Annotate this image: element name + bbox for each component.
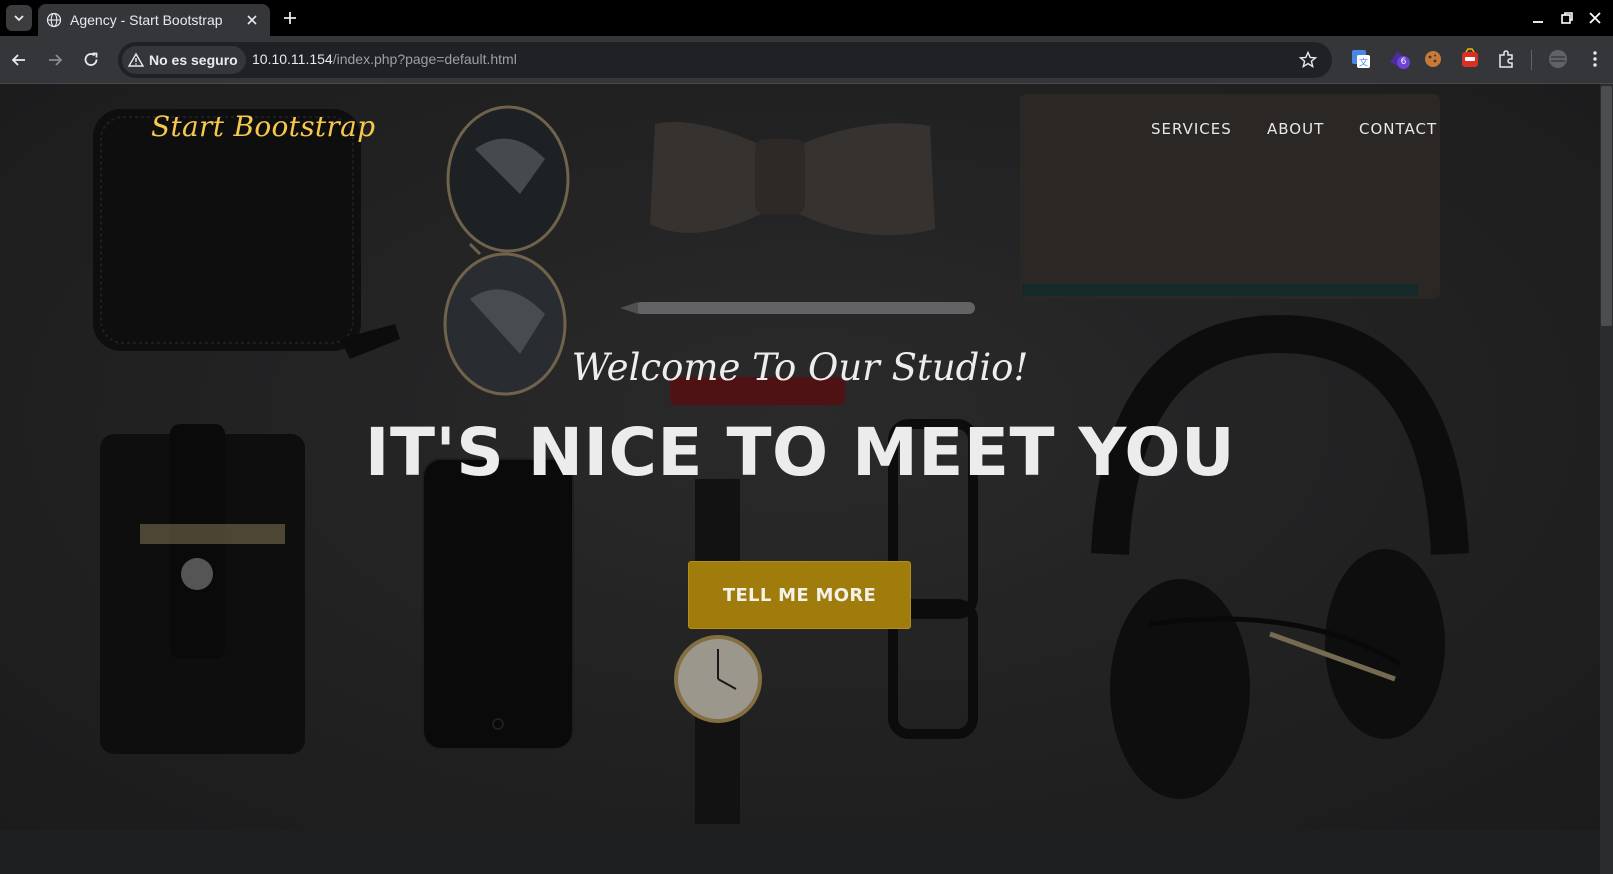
security-chip[interactable]: No es seguro [122,46,246,74]
svg-text:文: 文 [1359,57,1368,69]
extension-badge-count: 6 [1397,56,1410,69]
reload-icon[interactable] [81,50,101,70]
globe-icon [46,12,62,28]
close-window-icon[interactable] [1587,10,1603,26]
page-scrollbar[interactable] [1600,84,1613,874]
cookie-extension-icon[interactable] [1422,48,1444,70]
new-tab-icon[interactable] [280,8,300,28]
toolbar-divider [1531,50,1532,70]
nav-link-services[interactable]: SERVICES [1151,120,1232,138]
warning-icon [128,52,144,67]
shield-extension-icon[interactable] [1459,48,1481,70]
url-path: /index.php?page=default.html [332,51,517,67]
chevron-down-icon [14,15,24,22]
hero-heading: IT'S NICE TO MEET YOU [364,414,1236,491]
browser-tab-active[interactable]: Agency - Start Bootstrap [38,4,270,36]
url-host: 10.10.11.154 [252,51,333,67]
restore-icon[interactable] [1559,10,1575,26]
next-section [0,830,1600,874]
address-bar[interactable]: No es seguro 10.10.11.154/index.php?page… [118,42,1332,78]
browser-toolbar: No es seguro 10.10.11.154/index.php?page… [0,36,1613,84]
hero-section: Start Bootstrap SERVICES ABOUT CONTACT W… [0,84,1600,830]
menu-kebab-icon[interactable] [1584,48,1606,70]
tab-search-button[interactable] [6,5,32,31]
minimize-icon[interactable] [1530,10,1546,26]
browser-tab-bar: Agency - Start Bootstrap [0,0,1613,36]
profile-avatar-icon[interactable] [1547,48,1569,70]
forward-arrow-icon[interactable] [45,50,65,70]
extensions-puzzle-icon[interactable] [1495,48,1517,70]
nav-link-about[interactable]: ABOUT [1267,120,1324,138]
tab-title: Agency - Start Bootstrap [70,12,223,28]
extension-badge-icon[interactable]: 6 [1387,48,1410,70]
tell-me-more-button[interactable]: TELL ME MORE [688,561,911,629]
back-arrow-icon[interactable] [9,50,29,70]
bookmark-star-icon[interactable] [1298,50,1318,70]
translate-extension-icon[interactable]: 文 [1350,48,1372,70]
nav-link-contact[interactable]: CONTACT [1359,120,1437,138]
hero-subheading: Welcome To Our Studio! [571,346,1029,389]
brand-logo[interactable]: Start Bootstrap [151,110,375,143]
security-label: No es seguro [149,52,238,68]
scrollbar-thumb[interactable] [1601,86,1612,326]
web-page: Start Bootstrap SERVICES ABOUT CONTACT W… [0,84,1613,874]
close-tab-icon[interactable] [244,12,260,28]
url-text[interactable]: 10.10.11.154/index.php?page=default.html [252,51,517,67]
